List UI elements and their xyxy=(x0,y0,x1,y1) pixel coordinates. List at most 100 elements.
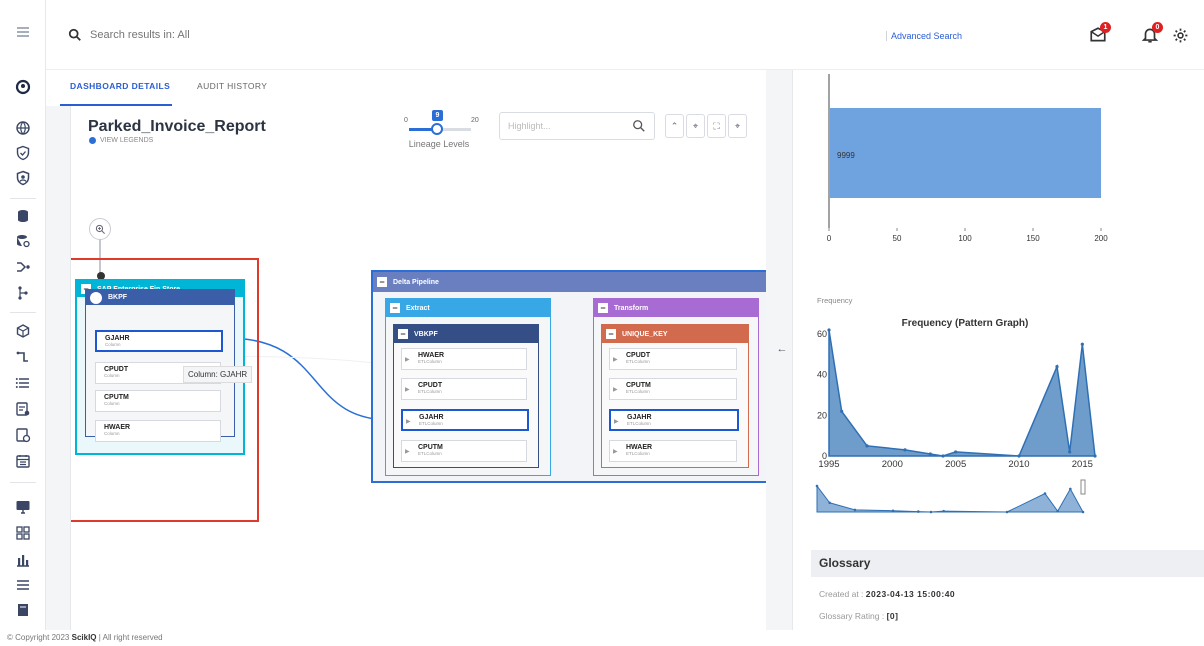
collapse-icon: − xyxy=(390,303,400,313)
stage-label: Transform xyxy=(614,304,649,312)
bar xyxy=(830,108,1101,198)
data-point xyxy=(865,444,869,448)
navigator-point xyxy=(1056,509,1059,513)
menu-list-icon[interactable] xyxy=(11,574,35,596)
data-point xyxy=(1093,454,1097,458)
data-point xyxy=(827,328,831,332)
inbox-notification-button[interactable]: 1 xyxy=(1088,22,1111,45)
navigator-point xyxy=(1005,510,1009,514)
navigator-point xyxy=(917,510,920,513)
glossary-rating: Glossary Rating : [0] xyxy=(819,611,899,621)
column-node[interactable]: ▶ HWAER ETLColumn xyxy=(401,348,527,370)
navigator-point xyxy=(1069,487,1072,491)
collapse-icon: − xyxy=(598,303,608,313)
footer: © Copyright 2023 ScikIQ | All right rese… xyxy=(0,630,1204,646)
navigator-point xyxy=(929,510,933,514)
data-point xyxy=(928,452,932,456)
data-settings-icon[interactable] xyxy=(11,398,35,420)
area-series xyxy=(828,329,1096,457)
column-node[interactable]: ▶ CPUDT ETLColumn xyxy=(609,348,737,370)
column-node[interactable]: ▶ CPUDT ETLColumn xyxy=(401,378,527,400)
navigator-point xyxy=(853,508,857,512)
dashboard-monitor-icon[interactable] xyxy=(11,496,35,518)
navigator-series xyxy=(816,484,1084,513)
glossary-heading: Glossary xyxy=(811,550,1204,577)
search-icon xyxy=(68,28,81,41)
x-tick-label: 1995 xyxy=(818,459,839,470)
x-tick-label: 2010 xyxy=(1008,459,1029,470)
stage-label: Extract xyxy=(406,304,430,312)
selection-highlight-box xyxy=(71,258,259,522)
hierarchy-icon[interactable] xyxy=(11,282,35,304)
glossary-created: Created at : 2023-04-13 15:00:40 xyxy=(819,589,956,599)
report-clock-icon[interactable] xyxy=(11,424,35,446)
flow-icon[interactable] xyxy=(11,256,35,278)
bar-chart-icon[interactable] xyxy=(11,549,35,571)
list-icon[interactable] xyxy=(11,372,35,394)
x-tick-label: 2015 xyxy=(1072,459,1093,470)
data-point xyxy=(903,448,907,452)
app-window: Advanced Search 1 0 DASHBOARD DETAILS AU… xyxy=(0,0,1204,646)
data-point xyxy=(840,409,844,413)
glossary-section: Glossary Created at : 2023-04-13 15:00:4… xyxy=(811,550,1204,630)
x-tick-label: 200 xyxy=(1094,234,1108,243)
data-point xyxy=(1055,364,1059,369)
y-axis-label: Frequency xyxy=(817,296,853,305)
x-tick-label: 0 xyxy=(827,234,832,243)
globe-icon[interactable] xyxy=(11,117,35,139)
bar-data-label: 9999 xyxy=(837,151,855,160)
lineage-canvas[interactable]: Parked_Invoice_Report VIEW LEGENDS 0 20 … xyxy=(70,106,766,630)
top-bar: Advanced Search 1 0 xyxy=(46,0,1204,70)
navigator-handle xyxy=(1080,479,1086,495)
table-label: UNIQUE_KEY xyxy=(622,330,668,338)
gear-icon xyxy=(1173,28,1187,42)
logo-icon[interactable] xyxy=(11,76,35,98)
book-icon[interactable] xyxy=(11,599,35,621)
navigator-point xyxy=(1043,492,1047,495)
global-search-input[interactable] xyxy=(90,29,350,41)
arrow-left-icon: ← xyxy=(776,343,788,355)
y-tick-label: 20 xyxy=(817,410,827,420)
shield-user-icon[interactable] xyxy=(11,167,35,189)
y-tick-label: 40 xyxy=(817,370,827,380)
collapse-icon: − xyxy=(606,329,616,339)
data-point xyxy=(1080,342,1084,346)
group-label: Delta Pipeline xyxy=(393,278,439,286)
search-box[interactable] xyxy=(68,24,368,46)
x-tick-label: 2000 xyxy=(882,459,903,470)
menu-icon[interactable] xyxy=(11,21,35,43)
navigator-point xyxy=(815,484,819,488)
data-point xyxy=(1017,454,1021,458)
database-search-icon[interactable] xyxy=(11,230,35,252)
data-point xyxy=(941,454,945,458)
tab-dashboard-details[interactable]: DASHBOARD DETAILS xyxy=(70,81,170,91)
navigator-point xyxy=(1081,510,1085,514)
chart-title: Frequency (Pattern Graph) xyxy=(902,318,1029,329)
x-tick-label: 50 xyxy=(893,234,902,243)
tab-audit-history[interactable]: AUDIT HISTORY xyxy=(197,81,267,91)
x-tick-label: 2005 xyxy=(945,459,966,470)
table-label: VBKPF xyxy=(414,330,438,338)
data-point xyxy=(954,450,958,454)
collapse-icon: − xyxy=(377,277,387,287)
navigator-point xyxy=(828,501,831,505)
right-detail-panel: 9999 0 50 100 150 200 Frequency Frequency (Pat… xyxy=(792,70,1204,630)
column-node[interactable]: ▶ CPUTM ETLColumn xyxy=(609,378,737,400)
y-tick-label: 60 xyxy=(817,329,827,339)
settings-button[interactable] xyxy=(1170,25,1190,45)
column-node[interactable]: ▶ CPUTM ETLColumn xyxy=(401,440,527,462)
route-icon[interactable] xyxy=(11,346,35,368)
column-node[interactable]: ▶ GJAHR ETLColumn xyxy=(401,409,529,431)
grid-icon[interactable] xyxy=(11,522,35,544)
column-node[interactable]: ▶ HWAER ETLColumn xyxy=(609,440,737,462)
collapse-panel-button[interactable]: ← xyxy=(773,340,791,358)
advanced-search-link[interactable]: Advanced Search xyxy=(886,31,962,41)
box-icon[interactable] xyxy=(11,320,35,342)
alerts-button[interactable]: 0 xyxy=(1140,22,1163,45)
data-point xyxy=(1068,450,1072,454)
database-icon[interactable] xyxy=(11,205,35,227)
column-node[interactable]: ▶ GJAHR ETLColumn xyxy=(609,409,739,431)
bar-chart: 9999 0 50 100 150 200 xyxy=(827,74,1108,243)
calendar-icon[interactable] xyxy=(11,450,35,472)
shield-icon[interactable] xyxy=(11,142,35,164)
